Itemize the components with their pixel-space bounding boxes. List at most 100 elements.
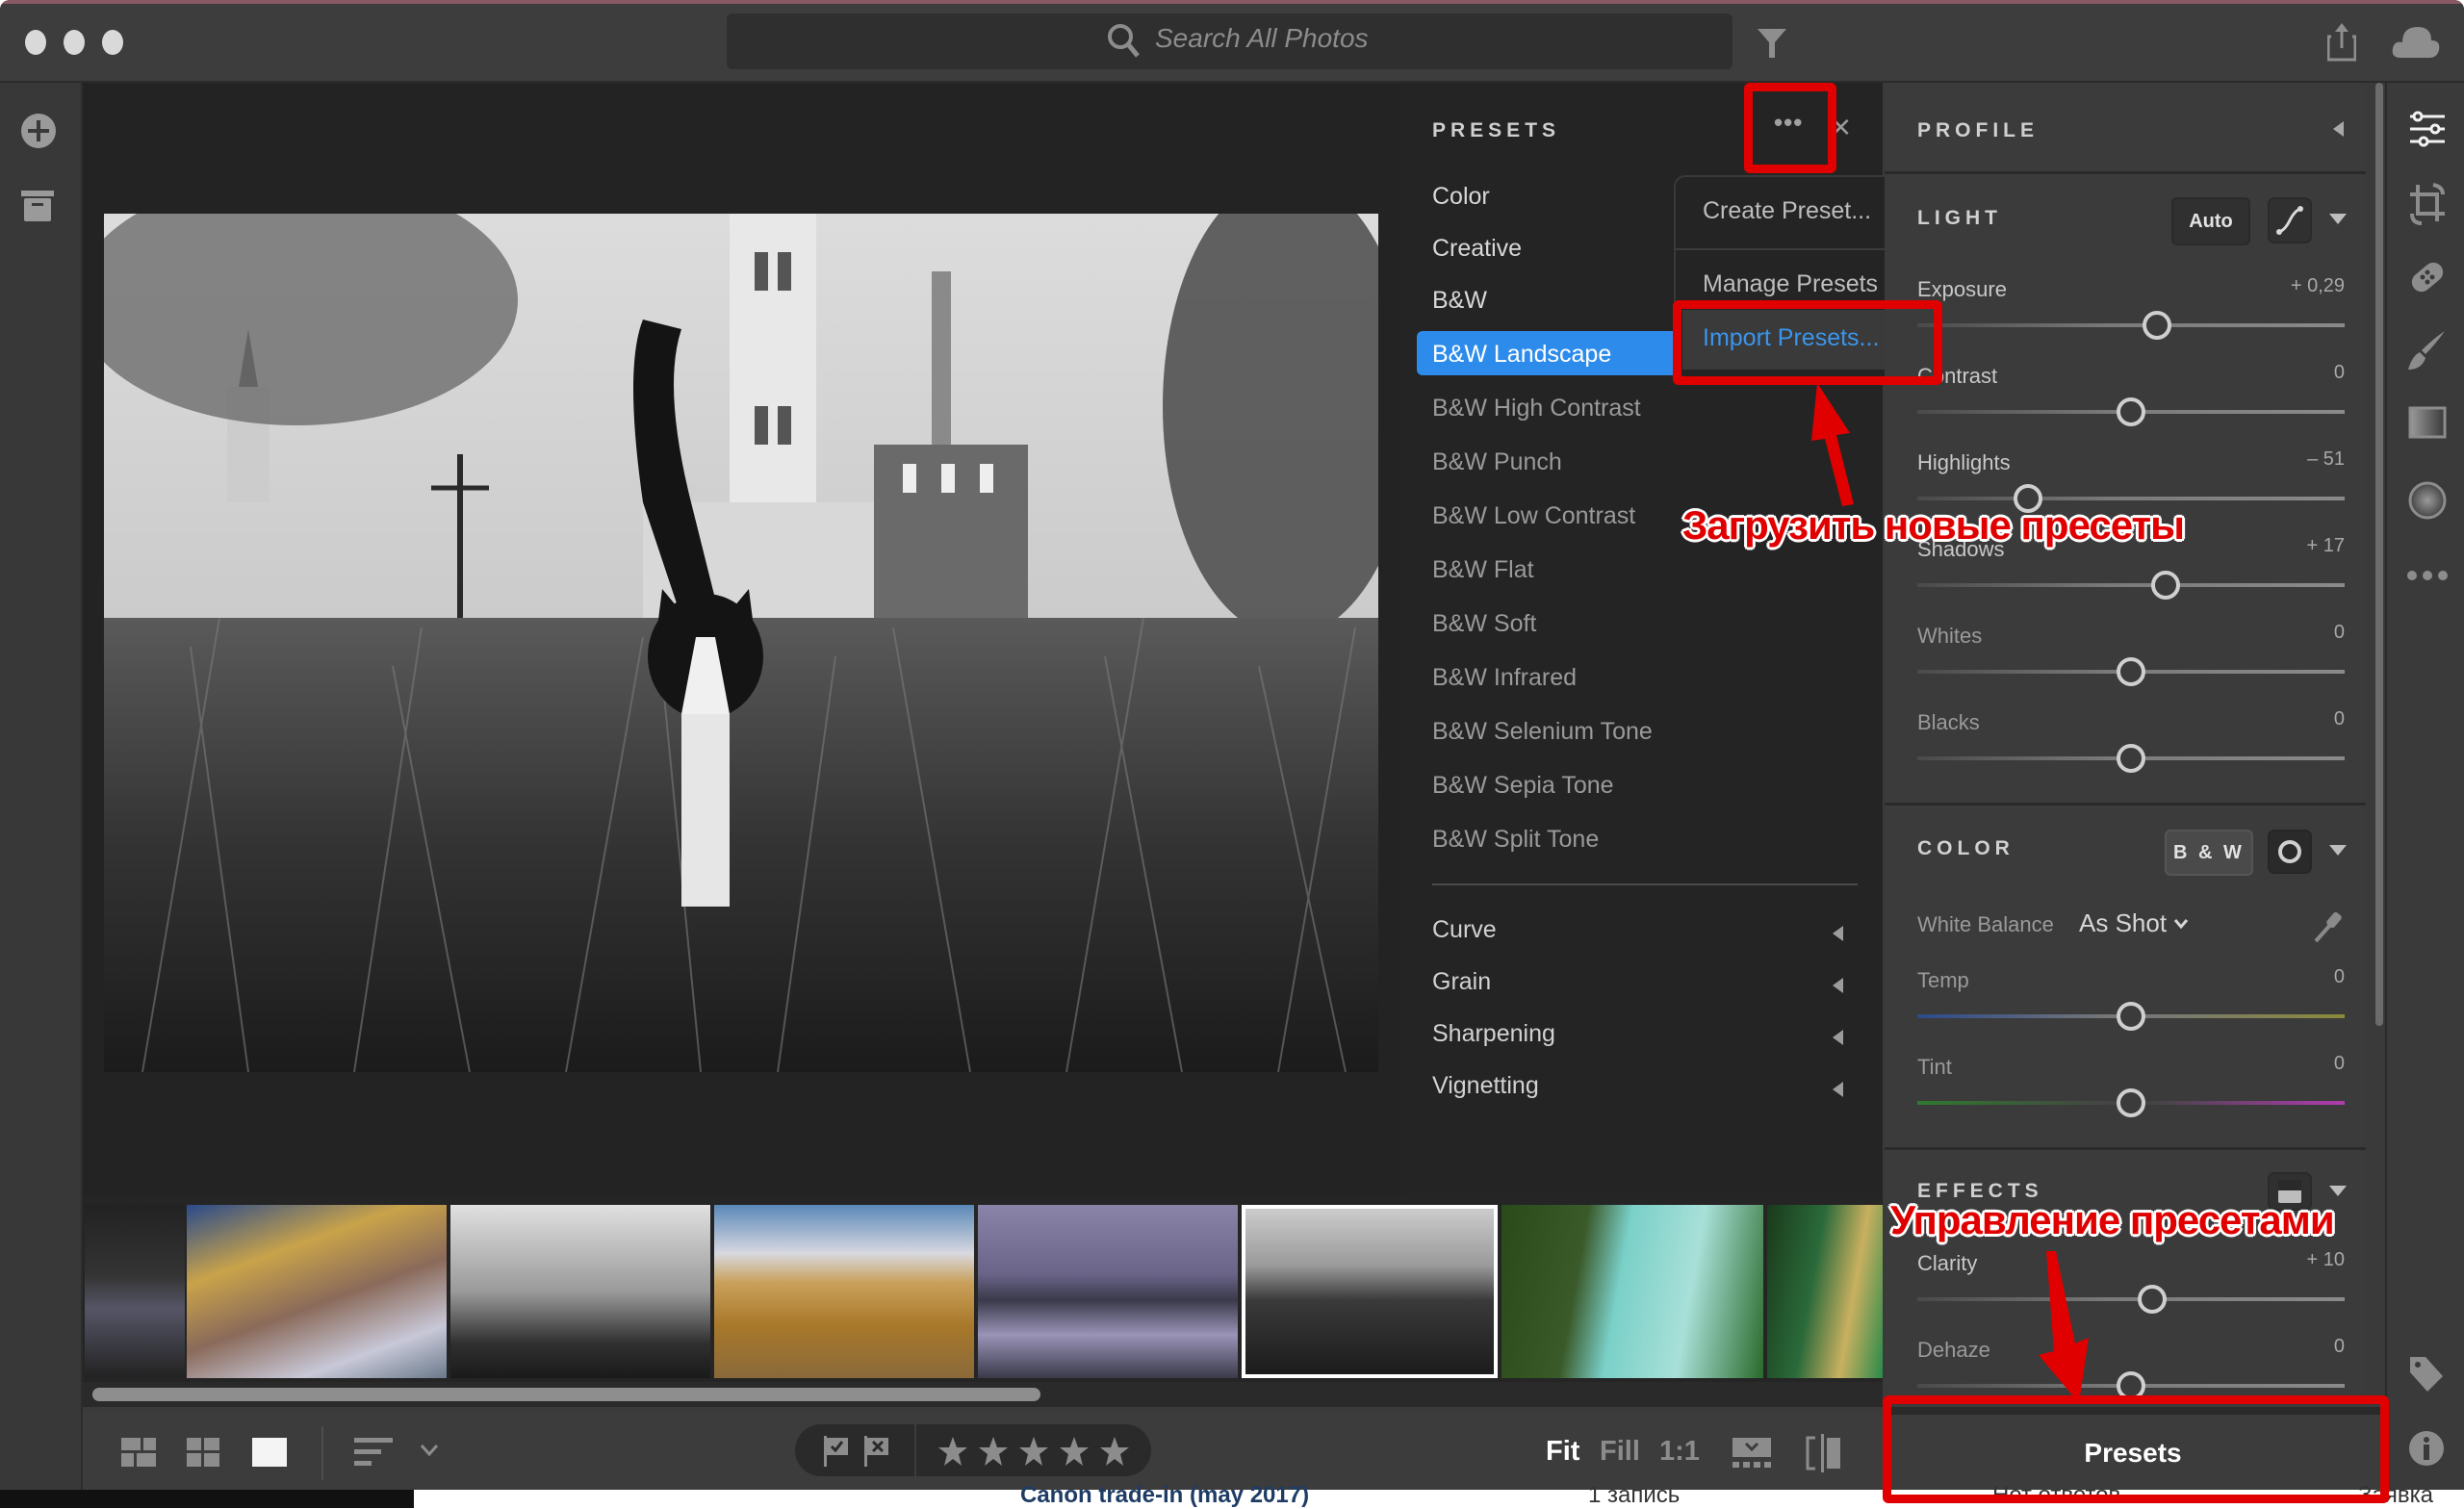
filmstrip-toggle-icon[interactable] — [1732, 1438, 1771, 1469]
light-section-title[interactable]: LIGHT — [1917, 207, 2002, 230]
expand-arrow-icon[interactable] — [1833, 926, 1843, 941]
eyedropper-icon[interactable] — [2312, 908, 2345, 945]
color-section-title[interactable]: COLOR — [1917, 837, 2015, 860]
slider-knob-clarity[interactable] — [2138, 1285, 2168, 1314]
slider-track-shadows[interactable] — [1917, 583, 2345, 587]
photo-grid-icon[interactable] — [121, 1438, 156, 1467]
thumbnail[interactable] — [1767, 1205, 1883, 1378]
menu-item-manage-presets[interactable]: Manage Presets — [1703, 270, 1878, 298]
zoom-fit-button[interactable]: Fit — [1546, 1436, 1579, 1468]
profile-expand-icon[interactable] — [2333, 121, 2344, 137]
crop-icon[interactable] — [2408, 183, 2447, 225]
star-icon[interactable] — [937, 1436, 968, 1467]
expand-arrow-icon[interactable] — [1833, 978, 1843, 993]
preset-item[interactable]: B&W — [1432, 287, 1487, 315]
reject-flag-icon[interactable] — [864, 1436, 889, 1467]
detail-view-icon[interactable] — [252, 1438, 287, 1467]
filter-icon[interactable] — [1758, 27, 1786, 60]
profile-section-title[interactable]: PROFILE — [1917, 119, 2039, 142]
healing-icon[interactable] — [2406, 256, 2449, 298]
share-icon[interactable] — [2327, 23, 2356, 62]
thumbnail[interactable] — [978, 1205, 1238, 1378]
sort-chevron-down-icon[interactable] — [420, 1444, 439, 1457]
square-grid-icon[interactable] — [187, 1438, 219, 1467]
slider-knob-tint[interactable] — [2117, 1088, 2145, 1117]
zoom-1to1-button[interactable]: 1:1 — [1659, 1436, 1700, 1468]
linear-gradient-icon[interactable] — [2408, 406, 2447, 439]
preset-item[interactable]: Creative — [1432, 235, 1522, 263]
filmstrip-scrollbar[interactable] — [92, 1388, 1040, 1401]
thumbnail[interactable] — [85, 1205, 185, 1378]
slider-value-blacks[interactable]: 0 — [2229, 708, 2345, 730]
expand-arrow-icon[interactable] — [1833, 1082, 1843, 1097]
preset-item[interactable]: Color — [1432, 183, 1490, 211]
preset-item[interactable]: B&W Soft — [1432, 610, 1536, 638]
slider-track-exposure[interactable] — [1917, 323, 2345, 327]
thumbnail-selected[interactable] — [1242, 1205, 1498, 1378]
slider-knob-exposure[interactable] — [2142, 311, 2171, 340]
minimize-window-button[interactable] — [64, 30, 85, 55]
add-photos-icon[interactable] — [19, 112, 58, 150]
slider-knob-contrast[interactable] — [2117, 397, 2145, 426]
star-icon[interactable] — [978, 1436, 1009, 1467]
zoom-fill-button[interactable]: Fill — [1600, 1436, 1640, 1468]
edit-sliders-icon[interactable] — [2408, 110, 2447, 148]
slider-value-temp[interactable]: 0 — [2229, 966, 2345, 988]
slider-value-clarity[interactable]: + 10 — [2229, 1249, 2345, 1271]
slider-knob-shadows[interactable] — [2150, 571, 2180, 600]
zoom-window-button[interactable] — [102, 30, 123, 55]
preset-item[interactable]: B&W High Contrast — [1432, 395, 1641, 422]
sort-icon[interactable] — [354, 1438, 393, 1467]
slider-track-clarity[interactable] — [1917, 1297, 2345, 1301]
light-collapse-icon[interactable] — [2329, 214, 2347, 224]
brush-icon[interactable] — [2406, 329, 2449, 371]
edit-panel-scrollbar[interactable] — [2375, 83, 2383, 1026]
color-mixer-button[interactable] — [2268, 830, 2312, 874]
slider-value-tint[interactable]: 0 — [2229, 1053, 2345, 1075]
preset-item[interactable]: B&W Punch — [1432, 448, 1562, 476]
thumbnail[interactable] — [187, 1205, 447, 1378]
slider-value-exposure[interactable]: + 0,29 — [2229, 275, 2345, 297]
white-balance-dropdown[interactable]: As Shot — [2079, 908, 2167, 938]
preset-group-sharpening[interactable]: Sharpening — [1432, 1020, 1555, 1048]
slider-knob-whites[interactable] — [2117, 657, 2145, 686]
thumbnail[interactable] — [1502, 1205, 1763, 1378]
slider-track-highlights[interactable] — [1917, 497, 2345, 500]
pick-flag-icon[interactable] — [824, 1436, 849, 1467]
cloud-icon[interactable] — [2391, 25, 2441, 60]
tag-icon[interactable] — [2408, 1355, 2445, 1394]
bw-toggle-button[interactable]: B & W — [2165, 830, 2253, 876]
slider-value-shadows[interactable]: + 17 — [2229, 535, 2345, 557]
tone-curve-button[interactable] — [2268, 197, 2312, 243]
slider-value-whites[interactable]: 0 — [2229, 622, 2345, 644]
preset-item[interactable]: B&W Selenium Tone — [1432, 718, 1653, 746]
preset-item[interactable]: B&W Flat — [1432, 556, 1534, 584]
slider-value-contrast[interactable]: 0 — [2229, 362, 2345, 384]
slider-knob-temp[interactable] — [2117, 1002, 2145, 1031]
compare-view-icon[interactable] — [1806, 1434, 1840, 1472]
chevron-down-icon[interactable] — [2173, 918, 2189, 930]
star-icon[interactable] — [1018, 1436, 1049, 1467]
preset-item[interactable]: B&W Sepia Tone — [1432, 772, 1614, 800]
slider-value-highlights[interactable]: – 51 — [2229, 448, 2345, 471]
thumbnail[interactable] — [450, 1205, 710, 1378]
slider-knob-blacks[interactable] — [2117, 744, 2145, 773]
preset-item[interactable]: B&W Split Tone — [1432, 826, 1599, 854]
star-icon[interactable] — [1099, 1436, 1130, 1467]
slider-value-dehaze[interactable]: 0 — [2229, 1336, 2345, 1358]
star-icon[interactable] — [1059, 1436, 1090, 1467]
color-collapse-icon[interactable] — [2329, 845, 2347, 856]
expand-arrow-icon[interactable] — [1833, 1030, 1843, 1045]
close-window-button[interactable] — [25, 30, 46, 55]
archive-icon[interactable] — [21, 191, 54, 221]
main-photo[interactable] — [104, 214, 1378, 1072]
preset-item[interactable]: B&W Infrared — [1432, 664, 1577, 692]
more-icon[interactable] — [2406, 570, 2449, 581]
thumbnail[interactable] — [714, 1205, 974, 1378]
preset-item-selected[interactable]: B&W Landscape — [1432, 341, 1611, 369]
radial-gradient-icon[interactable] — [2406, 479, 2449, 522]
info-icon[interactable] — [2408, 1430, 2445, 1467]
effects-collapse-icon[interactable] — [2329, 1186, 2347, 1196]
preset-group-grain[interactable]: Grain — [1432, 968, 1491, 996]
preset-group-curve[interactable]: Curve — [1432, 916, 1497, 944]
